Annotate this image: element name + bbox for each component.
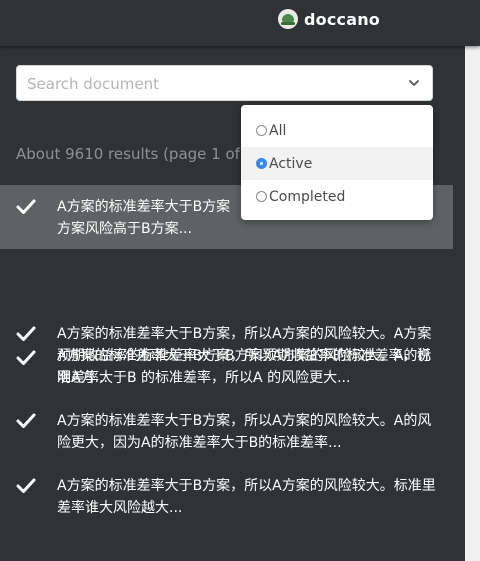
scrollbar-track[interactable] — [465, 46, 480, 561]
filter-option-active[interactable]: Active — [241, 147, 433, 180]
document-text: A方案的标准差率大于B方案，所以A方案的风险较大。A的标准差率大于B 的标准差率… — [57, 348, 432, 386]
check-icon — [16, 199, 36, 214]
search-box[interactable] — [16, 65, 433, 102]
radio-icon[interactable] — [256, 125, 267, 136]
list-item[interactable]: A方案的标准差率大于B方案，所以A方案的风险较大。A的风险更大，因为A的标准差率… — [0, 401, 453, 466]
document-text: A方案的标准差率大于B方案，所以A方案的风险较大。标准里差率谁大风险越大... — [57, 478, 436, 516]
check-icon — [16, 413, 36, 428]
top-app-bar: doccano — [0, 0, 480, 46]
check-icon — [16, 350, 36, 365]
status-filter-menu: All Active Completed — [241, 105, 433, 220]
results-summary: About 9610 results (page 1 of 1 — [16, 145, 255, 163]
filter-option-label: All — [269, 122, 287, 139]
list-item[interactable]: A方案的标准差率大于B方案，所以A方案的风险较大。标准里差率谁大风险越大... — [0, 466, 453, 531]
document-text: A方案的标准差率大于B方案，所以A方案的风险较大。A的风险更大，因为A的标准差率… — [57, 413, 432, 451]
chevron-down-icon[interactable] — [408, 77, 420, 89]
filter-option-label: Active — [269, 155, 313, 172]
document-text-line: 方案风险高于B方案... — [57, 221, 192, 237]
filter-option-completed[interactable]: Completed — [241, 180, 433, 213]
brand[interactable]: doccano — [278, 8, 380, 30]
list-item[interactable]: A方案的标准差率大于B方案，所以A方案的风险较大。A的标准差率大于B 的标准差率… — [0, 336, 453, 411]
list-item[interactable]: A方案的标准差率大于B方案，所以A方案的风险较大。A方案预期收益率的标准差率大于… — [0, 249, 453, 386]
check-icon — [16, 478, 36, 493]
radio-icon[interactable] — [256, 191, 267, 202]
search-input[interactable] — [25, 66, 399, 102]
filter-option-label: Completed — [269, 188, 346, 205]
filter-option-all[interactable]: All — [241, 114, 433, 147]
radio-checked-icon[interactable] — [256, 158, 267, 169]
doccano-logo-icon — [278, 9, 298, 29]
app-name: doccano — [304, 9, 380, 29]
